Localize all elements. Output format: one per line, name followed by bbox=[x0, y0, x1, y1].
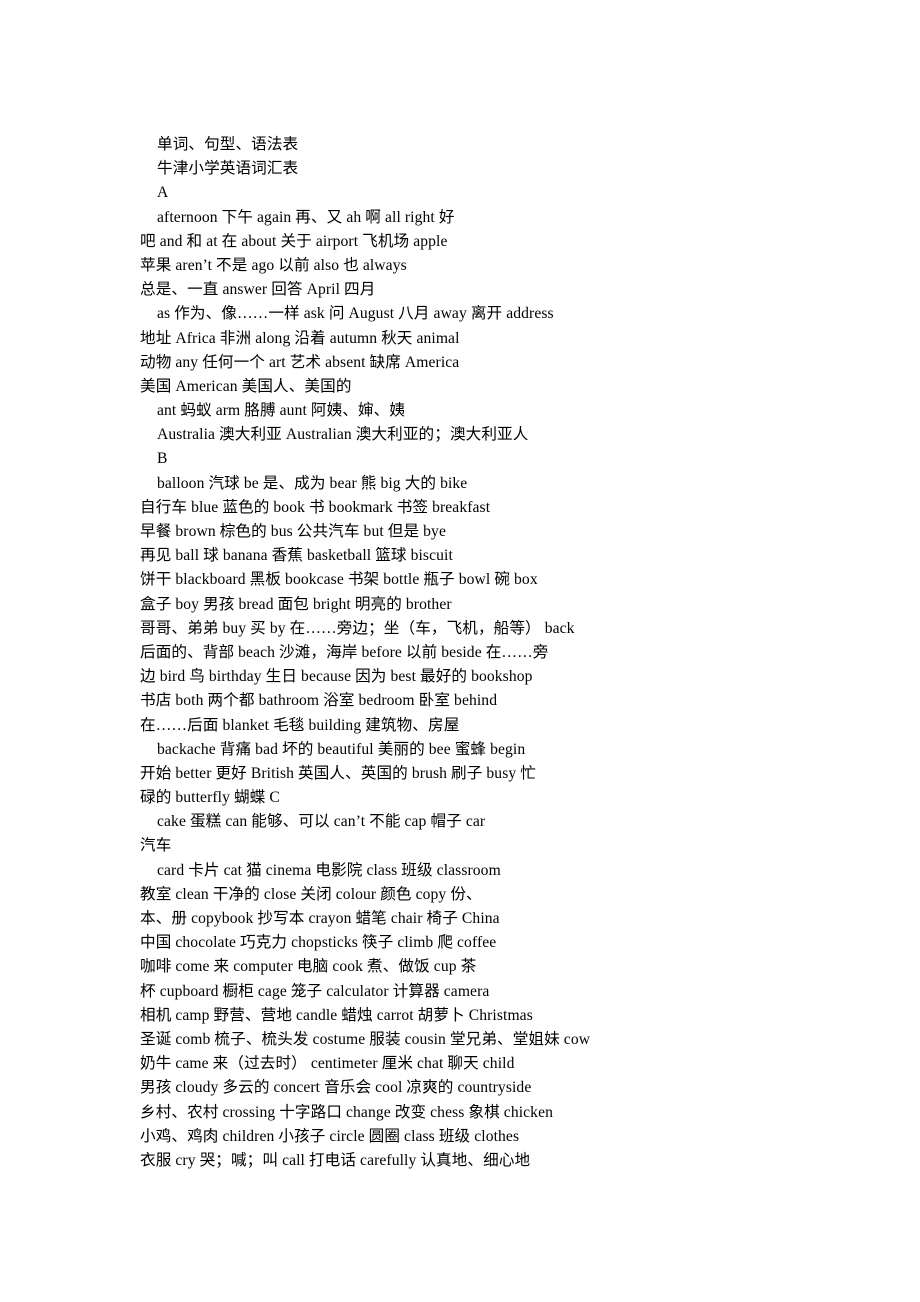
text-line: 再见 ball 球 banana 香蕉 basketball 篮球 biscui… bbox=[140, 547, 453, 565]
text-line: Australia 澳大利亚 Australian 澳大利亚的；澳大利亚人 bbox=[157, 426, 529, 444]
text-line: balloon 汽球 be 是、成为 bear 熊 big 大的 bike bbox=[157, 474, 468, 492]
text-line: 开始 better 更好 British 英国人、英国的 brush 刷子 bu… bbox=[140, 764, 536, 782]
text-line: 饼干 blackboard 黑板 bookcase 书架 bottle 瓶子 b… bbox=[140, 571, 538, 589]
text-line: 苹果 aren’t 不是 ago 以前 also 也 always bbox=[140, 256, 407, 274]
document-text-body: 单词、句型、语法表 牛津小学英语词汇表 A afternoon 下午 again… bbox=[140, 133, 920, 1173]
text-line: 衣服 cry 哭；喊；叫 call 打电话 carefully 认真地、细心地 bbox=[140, 1151, 531, 1169]
text-line: 本、册 copybook 抄写本 crayon 蜡笔 chair 椅子 Chin… bbox=[140, 910, 500, 927]
text-line: 杯 cupboard 橱柜 cage 笼子 calculator 计算器 cam… bbox=[140, 982, 490, 1000]
text-line: 后面的、背部 beach 沙滩，海岸 before 以前 beside 在……旁 bbox=[140, 643, 549, 661]
text-line: 奶牛 came 来（过去时） centimeter 厘米 chat 聊天 chi… bbox=[140, 1055, 515, 1073]
text-line: afternoon 下午 again 再、又 ah 啊 all right 好 bbox=[157, 208, 455, 226]
text-line: 总是、一直 answer 回答 April 四月 bbox=[140, 281, 376, 299]
text-line: 书店 both 两个都 bathroom 浴室 bedroom 卧室 behin… bbox=[140, 692, 498, 710]
text-line: 汽车 bbox=[140, 837, 172, 855]
text-line: 单词、句型、语法表 bbox=[157, 136, 299, 153]
text-line: cake 蛋糕 can 能够、可以 can’t 不能 cap 帽子 car bbox=[157, 813, 486, 831]
document-page: 单词、句型、语法表 牛津小学英语词汇表 A afternoon 下午 again… bbox=[0, 0, 920, 1302]
text-line: 吧 and 和 at 在 about 关于 airport 飞机场 apple bbox=[140, 232, 448, 250]
text-line: 咖啡 come 来 computer 电脑 cook 煮、做饭 cup 茶 bbox=[140, 958, 477, 976]
text-line: 在……后面 blanket 毛毯 building 建筑物、房屋 bbox=[140, 716, 460, 734]
text-line: 边 bird 鸟 birthday 生日 because 因为 best 最好的… bbox=[140, 668, 533, 686]
text-line: 美国 American 美国人、美国的 bbox=[140, 377, 352, 395]
text-line: 教室 clean 干净的 close 关闭 colour 颜色 copy 份、 bbox=[140, 885, 482, 903]
text-line: 男孩 cloudy 多云的 concert 音乐会 cool 凉爽的 count… bbox=[140, 1079, 532, 1097]
text-line: ant 蚂蚁 arm 胳膊 aunt 阿姨、婶、姨 bbox=[157, 402, 406, 420]
text-line: 相机 camp 野营、营地 candle 蜡烛 carrot 胡萝卜 Chris… bbox=[140, 1006, 533, 1024]
text-line: 圣诞 comb 梳子、梳头发 costume 服装 cousin 堂兄弟、堂姐妹… bbox=[140, 1030, 591, 1048]
text-line: as 作为、像……一样 ask 问 August 八月 away 离开 addr… bbox=[157, 305, 554, 323]
text-line: 小鸡、鸡肉 children 小孩子 circle 圆圈 class 班级 cl… bbox=[140, 1127, 520, 1145]
text-line: 早餐 brown 棕色的 bus 公共汽车 but 但是 bye bbox=[140, 523, 446, 540]
section-heading-a: A bbox=[157, 184, 169, 202]
text-line: 乡村、农村 crossing 十字路口 change 改变 chess 象棋 c… bbox=[140, 1103, 553, 1121]
text-line: 牛津小学英语词汇表 bbox=[157, 160, 299, 178]
section-heading-b: B bbox=[157, 450, 168, 468]
text-line: 盒子 boy 男孩 bread 面包 bright 明亮的 brother bbox=[140, 595, 452, 613]
text-line: 自行车 blue 蓝色的 book 书 bookmark 书签 breakfas… bbox=[140, 498, 491, 516]
text-line: backache 背痛 bad 坏的 beautiful 美丽的 bee 蜜蜂 … bbox=[157, 740, 526, 758]
text-line: 碌的 butterfly 蝴蝶 C bbox=[140, 789, 280, 807]
text-line: card 卡片 cat 猫 cinema 电影院 class 班级 classr… bbox=[157, 861, 501, 879]
text-line: 哥哥、弟弟 buy 买 by 在……旁边；坐（车，飞机，船等） back bbox=[140, 619, 575, 637]
text-line: 中国 chocolate 巧克力 chopsticks 筷子 climb 爬 c… bbox=[140, 934, 497, 952]
text-line: 地址 Africa 非洲 along 沿着 autumn 秋天 animal bbox=[140, 329, 460, 347]
text-line: 动物 any 任何一个 art 艺术 absent 缺席 America bbox=[140, 353, 460, 371]
